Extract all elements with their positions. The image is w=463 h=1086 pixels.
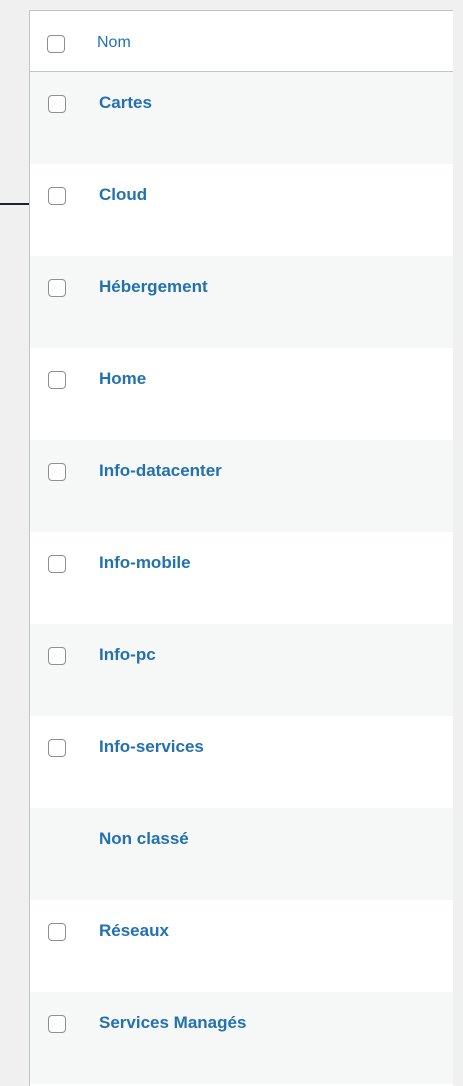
column-header-name[interactable]: Nom	[97, 34, 131, 52]
category-link[interactable]: Info-pc	[99, 645, 156, 665]
category-link[interactable]: Hébergement	[99, 277, 208, 297]
category-link[interactable]: Cloud	[99, 185, 147, 205]
table-row: Home	[30, 348, 453, 440]
row-checkbox[interactable]	[48, 371, 66, 389]
row-checkbox[interactable]	[48, 555, 66, 573]
row-checkbox[interactable]	[48, 279, 66, 297]
table-row: Réseaux	[30, 900, 453, 992]
table-row: Hébergement	[30, 256, 453, 348]
row-checkbox[interactable]	[48, 1015, 66, 1033]
category-link[interactable]: Réseaux	[99, 921, 169, 941]
divider-line	[0, 203, 29, 205]
table-row: Info-pc	[30, 624, 453, 716]
row-checkbox[interactable]	[48, 923, 66, 941]
category-link[interactable]: Info-datacenter	[99, 461, 222, 481]
table-row: Cloud	[30, 164, 453, 256]
select-all-checkbox[interactable]	[47, 35, 65, 53]
table-header: Nom	[30, 11, 453, 72]
row-checkbox[interactable]	[48, 647, 66, 665]
category-link[interactable]: Info-services	[99, 737, 204, 757]
table-row: Non classé	[30, 808, 453, 900]
category-link[interactable]: Cartes	[99, 93, 152, 113]
category-link[interactable]: Home	[99, 369, 146, 389]
table-row: Info-mobile	[30, 532, 453, 624]
table-row: Cartes	[30, 72, 453, 164]
category-link[interactable]: Services Managés	[99, 1013, 246, 1033]
table-row: Info-datacenter	[30, 440, 453, 532]
table-row: Info-services	[30, 716, 453, 808]
row-checkbox[interactable]	[48, 187, 66, 205]
row-checkbox[interactable]	[48, 739, 66, 757]
row-checkbox[interactable]	[48, 95, 66, 113]
category-link[interactable]: Info-mobile	[99, 553, 191, 573]
categories-table: Nom Cartes Cloud Hébergement Home Info-d…	[29, 10, 453, 1086]
row-checkbox[interactable]	[48, 463, 66, 481]
category-link[interactable]: Non classé	[99, 829, 189, 849]
table-row: Services Managés	[30, 992, 453, 1084]
